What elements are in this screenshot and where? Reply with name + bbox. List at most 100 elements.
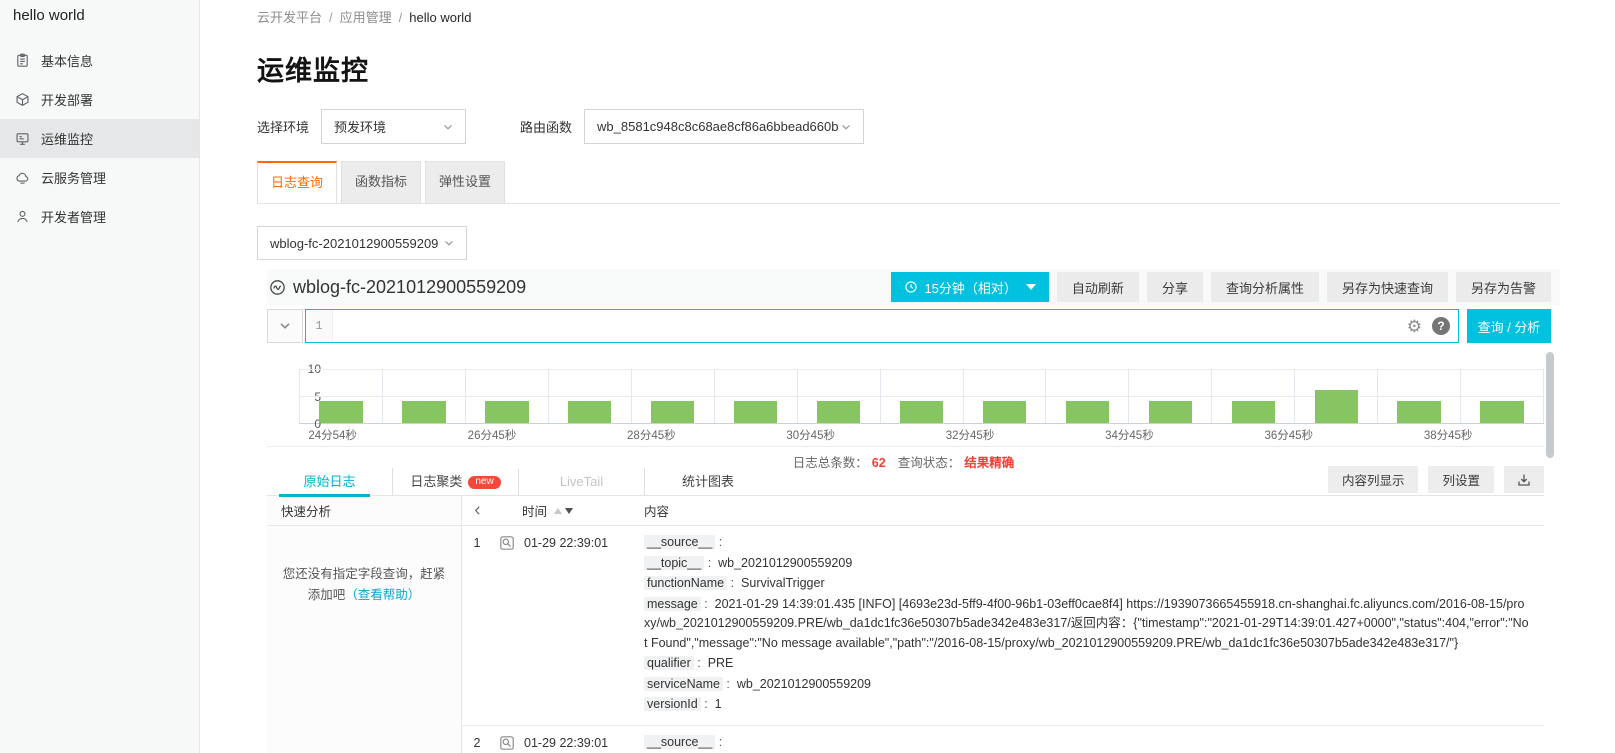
histogram-bar[interactable] (1149, 401, 1192, 423)
clipboard-icon (15, 53, 30, 68)
table-toolbar: 内容列显示列设置 (1328, 466, 1544, 497)
row-index: 1 (462, 533, 492, 716)
save-as-quick-query-button[interactable]: 另存为快速查询 (1327, 272, 1448, 302)
share-button[interactable]: 分享 (1147, 272, 1203, 302)
histogram-bar[interactable] (485, 401, 528, 423)
log-field: functionName : SurvivalTrigger (644, 574, 1530, 594)
quick-analysis-header: 快速分析 (267, 496, 462, 525)
collapse-left-icon[interactable] (462, 504, 492, 517)
tab-log-query[interactable]: 日志查询 (257, 161, 337, 203)
sidebar-item-basic-info[interactable]: 基本信息 (0, 41, 199, 80)
histogram-bar[interactable] (1232, 401, 1275, 423)
histogram-bar[interactable] (983, 401, 1026, 423)
monitor-icon (15, 131, 30, 146)
x-tick-label: 38分45秒 (1424, 427, 1473, 443)
tab-chart-stats[interactable]: 统计图表 (645, 468, 771, 496)
log-row: 201-29 22:39:01__source__ : __topic__ : … (462, 726, 1544, 753)
histogram-slot (299, 369, 383, 423)
save-as-alert-button[interactable]: 另存为告警 (1456, 272, 1551, 302)
cloud-service-icon (15, 170, 30, 185)
env-tabs: 日志查询函数指标弹性设置 (257, 161, 1560, 204)
histogram-slot (549, 369, 632, 423)
log-field: serviceName : wb_2021012900559209 (644, 675, 1530, 695)
content-column-display-button[interactable]: 内容列显示 (1328, 466, 1419, 493)
histogram-slot (383, 369, 466, 423)
field-separator: : (694, 656, 708, 670)
view-help-link[interactable]: （查看帮助） (345, 588, 420, 602)
sidebar-item-ops-monitoring[interactable]: 运维监控 (0, 119, 199, 158)
time-range-label: 15分钟（相对） (924, 278, 1016, 297)
histogram-bar[interactable] (1480, 401, 1523, 423)
breadcrumb-item[interactable]: 云开发平台 (257, 10, 322, 25)
tab-label: LiveTail (560, 470, 603, 494)
field-separator: : (701, 597, 715, 611)
log-table: 快速分析 时间 内容 (267, 496, 1544, 753)
x-tick-label: 34分45秒 (1105, 427, 1154, 443)
time-range-button[interactable]: 15分钟（相对） (891, 272, 1048, 302)
sort-desc-icon[interactable] (565, 508, 573, 514)
breadcrumb-item[interactable]: 应用管理 (340, 10, 392, 25)
route-function-select[interactable]: wb_8581c948c8c68ae8cf86a6bbead660ba (584, 109, 864, 144)
histogram-bar[interactable] (319, 401, 362, 423)
row-detail-button[interactable] (492, 733, 522, 753)
field-key[interactable]: __topic__ (644, 556, 704, 570)
help-icon[interactable]: ? (1432, 317, 1450, 335)
tab-livetail[interactable]: LiveTail (519, 468, 645, 496)
sidebar-item-developer-mgmt[interactable]: 开发者管理 (0, 197, 199, 236)
query-collapse-button[interactable] (267, 309, 303, 343)
chevron-down-icon (442, 236, 456, 250)
query-analysis-attrs-button[interactable]: 查询分析属性 (1211, 272, 1319, 302)
x-tick-label: 30分45秒 (786, 427, 835, 443)
filter-row: 选择环境 预发环境 路由函数 wb_8581c948c8c68ae8cf86a6… (257, 109, 1560, 144)
field-key[interactable]: qualifier (644, 656, 694, 670)
result-tabs-row: 原始日志 日志聚类new LiveTail 统计图表 内容列显示列设置 (267, 468, 1544, 496)
sort-asc-icon[interactable] (554, 508, 562, 514)
histogram-bar[interactable] (734, 401, 777, 423)
query-analyze-button[interactable]: 查询 / 分析 (1467, 309, 1551, 343)
field-key[interactable]: serviceName (644, 677, 723, 691)
tab-raw-logs[interactable]: 原始日志 (267, 468, 393, 496)
query-input[interactable] (333, 310, 1407, 342)
histogram-bar[interactable] (568, 401, 611, 423)
auto-refresh-button[interactable]: 自动刷新 (1057, 272, 1139, 302)
histogram-bar[interactable] (817, 401, 860, 423)
logstore-select-value: wblog-fc-2021012900559209 (270, 236, 438, 251)
histogram-bar[interactable] (1315, 390, 1358, 423)
tab-log-clustering[interactable]: 日志聚类new (393, 468, 519, 496)
column-settings-button[interactable]: 列设置 (1428, 466, 1494, 493)
row-content: __source__ : __topic__ : wb_202101290055… (644, 533, 1544, 716)
tab-elastic-settings[interactable]: 弹性设置 (425, 161, 505, 203)
x-tick-label: 28分45秒 (627, 427, 676, 443)
histogram-bar[interactable] (402, 401, 445, 423)
field-key[interactable]: functionName (644, 576, 727, 590)
log-field: qualifier : PRE (644, 654, 1530, 674)
histogram-slot (1295, 369, 1378, 423)
field-key[interactable]: __source__ (644, 735, 715, 749)
panel-actions: 15分钟（相对） 自动刷新分享查询分析属性另存为快速查询另存为告警 (891, 272, 1551, 302)
histogram-bar[interactable] (1066, 401, 1109, 423)
sidebar-item-label: 云服务管理 (41, 168, 106, 187)
tab-label: 原始日志 (303, 470, 355, 494)
histogram-bar[interactable] (1397, 401, 1440, 423)
log-field: message : 2021-01-29 14:39:01.435 [INFO]… (644, 595, 1530, 654)
field-key[interactable]: versionId (644, 697, 701, 711)
histogram-bar[interactable] (900, 401, 943, 423)
vertical-scrollbar[interactable] (1546, 352, 1554, 458)
field-key[interactable]: __source__ (644, 535, 715, 549)
sort-controls (554, 508, 573, 514)
sidebar-item-cloud-service-mgmt[interactable]: 云服务管理 (0, 158, 199, 197)
histogram-bar[interactable] (651, 401, 694, 423)
result-tabs: 原始日志 日志聚类new LiveTail 统计图表 (267, 468, 771, 495)
field-key[interactable]: message (644, 597, 701, 611)
histogram-xlabels: 24分54秒26分45秒28分45秒30分45秒32分45秒34分45秒36分4… (299, 424, 1544, 441)
sidebar-item-dev-deploy[interactable]: 开发部署 (0, 80, 199, 119)
row-detail-button[interactable] (492, 533, 522, 716)
field-value: PRE (708, 656, 734, 670)
gear-icon[interactable]: ⚙ (1407, 318, 1422, 335)
download-button[interactable] (1504, 466, 1544, 493)
logstore-select[interactable]: wblog-fc-2021012900559209 (257, 226, 467, 260)
query-status-row: 日志总条数：62查询状态：结果精确 (267, 446, 1544, 468)
tab-function-metrics[interactable]: 函数指标 (341, 161, 421, 203)
breadcrumb-separator: / (399, 10, 403, 25)
env-select[interactable]: 预发环境 (321, 109, 466, 144)
